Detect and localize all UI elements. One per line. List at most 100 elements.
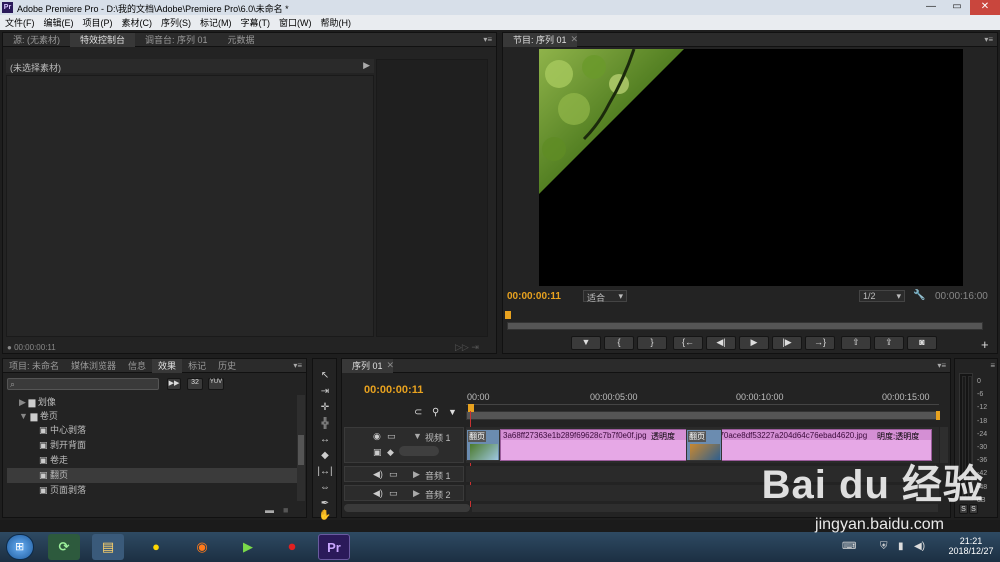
resolution-dropdown[interactable]: 1/2 ▾: [859, 290, 905, 302]
delete-icon[interactable]: ■: [283, 505, 288, 515]
minimize-button[interactable]: —: [918, 0, 944, 15]
panel-menu-icon[interactable]: ▾≡: [937, 361, 946, 370]
tree-item-page-turn-away[interactable]: ▣ 卷走: [7, 453, 297, 468]
panel-menu-icon[interactable]: ▾≡: [293, 361, 302, 370]
playhead-marker[interactable]: [505, 311, 511, 319]
work-area-bar[interactable]: [466, 411, 938, 420]
maximize-button[interactable]: ▭: [944, 0, 970, 15]
rolling-edit-tool-icon[interactable]: ╬: [317, 417, 333, 431]
play-only-triangle-icon[interactable]: ▶: [363, 60, 370, 71]
step-forward-button[interactable]: |▶: [772, 336, 802, 350]
ripple-edit-tool-icon[interactable]: ✛: [317, 401, 333, 415]
mark-out-button[interactable]: }: [637, 336, 667, 350]
extract-button[interactable]: ⇪: [874, 336, 904, 350]
program-scrub-bar[interactable]: [507, 322, 983, 330]
tab-markers[interactable]: 标记: [182, 359, 212, 373]
menu-window[interactable]: 窗口(W): [279, 16, 312, 29]
menu-title[interactable]: 字幕(T): [241, 16, 271, 29]
360-browser-icon[interactable]: ⟳: [48, 534, 80, 560]
timeline-zoom-slider[interactable]: [344, 504, 470, 512]
panel-menu-icon[interactable]: ≡: [990, 361, 995, 370]
speaker-icon[interactable]: ◀): [373, 469, 383, 480]
lock-icon[interactable]: ▭: [389, 488, 398, 499]
transition-page-turn-1[interactable]: 翻页: [466, 429, 500, 461]
slide-tool-icon[interactable]: ⇔: [317, 481, 333, 495]
tab-media-browser[interactable]: 媒体浏览器: [65, 359, 122, 373]
tab-source[interactable]: 源: (无素材): [3, 33, 70, 47]
firefox-icon[interactable]: ◉: [186, 534, 218, 560]
menu-project[interactable]: 项目(P): [83, 16, 113, 29]
tab-effects[interactable]: 效果: [152, 358, 183, 373]
timeline-playhead-marker[interactable]: [468, 404, 474, 412]
tree-item-page-peel[interactable]: ▣ 页面剥落: [7, 483, 297, 498]
new-bin-icon[interactable]: ▬: [265, 505, 274, 515]
track-collapse-icon[interactable]: ▼: [413, 431, 422, 441]
lock-icon[interactable]: ▭: [389, 469, 398, 480]
linked-selection-icon[interactable]: ⚲: [432, 407, 439, 418]
tab-program[interactable]: 节目: 序列 01: [503, 32, 577, 47]
snap-icon[interactable]: ⊂: [414, 407, 422, 418]
effects-search-input[interactable]: ⌕: [7, 378, 159, 390]
lift-button[interactable]: ⇧: [841, 336, 871, 350]
tree-folder-page-peel[interactable]: ▼ ▆ 卷页: [7, 409, 297, 423]
track-expand-icon[interactable]: ▶: [413, 469, 420, 480]
work-area-end-handle[interactable]: [936, 411, 940, 420]
yuv-effects-button[interactable]: YUV: [208, 378, 224, 390]
taskbar-clock[interactable]: 21:21 2018/12/27: [946, 536, 996, 556]
tray-keyboard-icon[interactable]: ⌨: [842, 541, 856, 552]
menu-file[interactable]: 文件(F): [5, 16, 35, 29]
add-button-icon[interactable]: +: [981, 337, 989, 352]
menu-help[interactable]: 帮助(H): [321, 16, 352, 29]
display-style-icon[interactable]: ▣: [373, 447, 382, 458]
tree-item-peel-back[interactable]: ▣ 剥开背面: [7, 438, 297, 453]
keyframe-icon[interactable]: ◆: [387, 447, 394, 458]
go-to-out-button[interactable]: →}: [805, 336, 835, 350]
rate-stretch-tool-icon[interactable]: ↔: [317, 433, 333, 447]
tab-sequence[interactable]: 序列 01: [342, 358, 393, 373]
effects-scrollbar[interactable]: [297, 395, 305, 501]
record-app-icon[interactable]: ⏺: [276, 534, 308, 560]
close-tab-icon[interactable]: ✕: [571, 34, 579, 45]
tab-history[interactable]: 历史: [212, 359, 242, 373]
tree-item-page-turn[interactable]: ▣ 翻页: [7, 468, 297, 483]
video-clip-1[interactable]: 3a68ff27363e1b289f69628c7b7f0e0f.jpg 透明度: [500, 429, 698, 461]
close-tab-icon[interactable]: ✕: [387, 360, 395, 371]
slip-tool-icon[interactable]: |↔|: [317, 465, 333, 479]
export-frame-button[interactable]: ◙: [907, 336, 937, 350]
menu-clip[interactable]: 素材(C): [122, 16, 153, 29]
tray-volume-icon[interactable]: ◀): [914, 541, 925, 552]
fit-dropdown[interactable]: 适合 ▾: [583, 290, 627, 303]
tab-info[interactable]: 信息: [122, 359, 152, 373]
file-explorer-icon[interactable]: ▤: [92, 534, 124, 560]
effect-nav-icons[interactable]: ▷▷ ⇥: [455, 342, 479, 353]
tab-metadata[interactable]: 元数据: [218, 33, 265, 47]
32bit-effects-button[interactable]: 32: [187, 378, 203, 390]
close-button[interactable]: ✕: [970, 0, 1000, 15]
menu-edit[interactable]: 编辑(E): [44, 16, 74, 29]
lock-icon[interactable]: ▭: [387, 431, 396, 442]
eye-icon[interactable]: ◉: [373, 431, 381, 442]
add-marker-icon[interactable]: ▼: [448, 407, 457, 417]
tray-network-icon[interactable]: ▮: [898, 541, 904, 552]
mark-in-button[interactable]: {: [604, 336, 634, 350]
tab-audio-mixer[interactable]: 调音台: 序列 01: [135, 33, 218, 47]
accelerated-effects-button[interactable]: ▶▶: [167, 378, 181, 390]
track-select-tool-icon[interactable]: ⇥: [317, 385, 333, 399]
timeline-timecode[interactable]: 00:00:00:11: [364, 384, 423, 396]
keyframe-navigator[interactable]: [399, 446, 439, 456]
time-ruler[interactable]: 00:00 00:00:05:00 00:00:10:00 00:00:15:0…: [466, 389, 939, 405]
wrench-icon[interactable]: 🔧: [913, 290, 925, 301]
premiere-taskbar-icon[interactable]: Pr: [318, 534, 350, 560]
tree-folder-wipe[interactable]: ▶ ▆ 划像: [7, 395, 297, 409]
tree-item-center-peel[interactable]: ▣ 中心剥落: [7, 423, 297, 438]
program-video-frame[interactable]: [539, 49, 963, 286]
razor-tool-icon[interactable]: ◆: [317, 449, 333, 463]
menu-sequence[interactable]: 序列(S): [161, 16, 191, 29]
transition-page-turn-2[interactable]: 翻页: [686, 429, 722, 461]
program-current-timecode[interactable]: 00:00:00:11: [507, 291, 561, 302]
tray-security-icon[interactable]: ⛨: [880, 541, 888, 552]
start-button[interactable]: ⊞: [6, 534, 34, 560]
play-button[interactable]: ▶: [739, 336, 769, 350]
qq-icon[interactable]: ●: [140, 534, 172, 560]
panel-menu-icon[interactable]: ▾≡: [984, 35, 993, 44]
